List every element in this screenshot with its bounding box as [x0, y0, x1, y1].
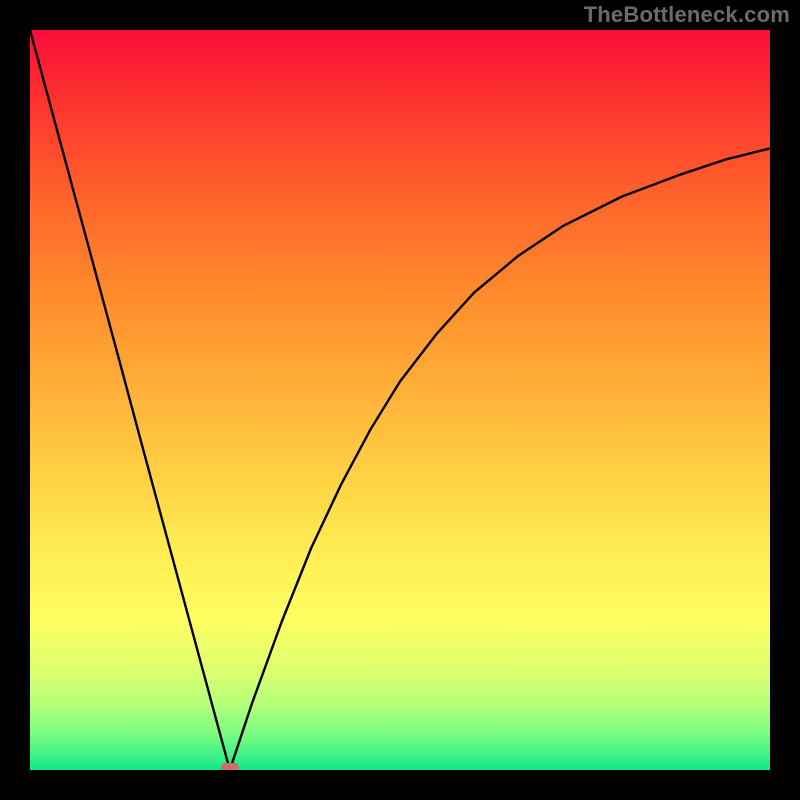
chart-frame: TheBottleneck.com — [0, 0, 800, 800]
plot-area — [30, 30, 770, 770]
watermark-text: TheBottleneck.com — [584, 2, 790, 28]
chart-svg — [30, 30, 770, 770]
curve-left-branch — [30, 30, 230, 770]
curve-right-branch — [230, 148, 770, 770]
minimum-marker — [221, 763, 239, 770]
